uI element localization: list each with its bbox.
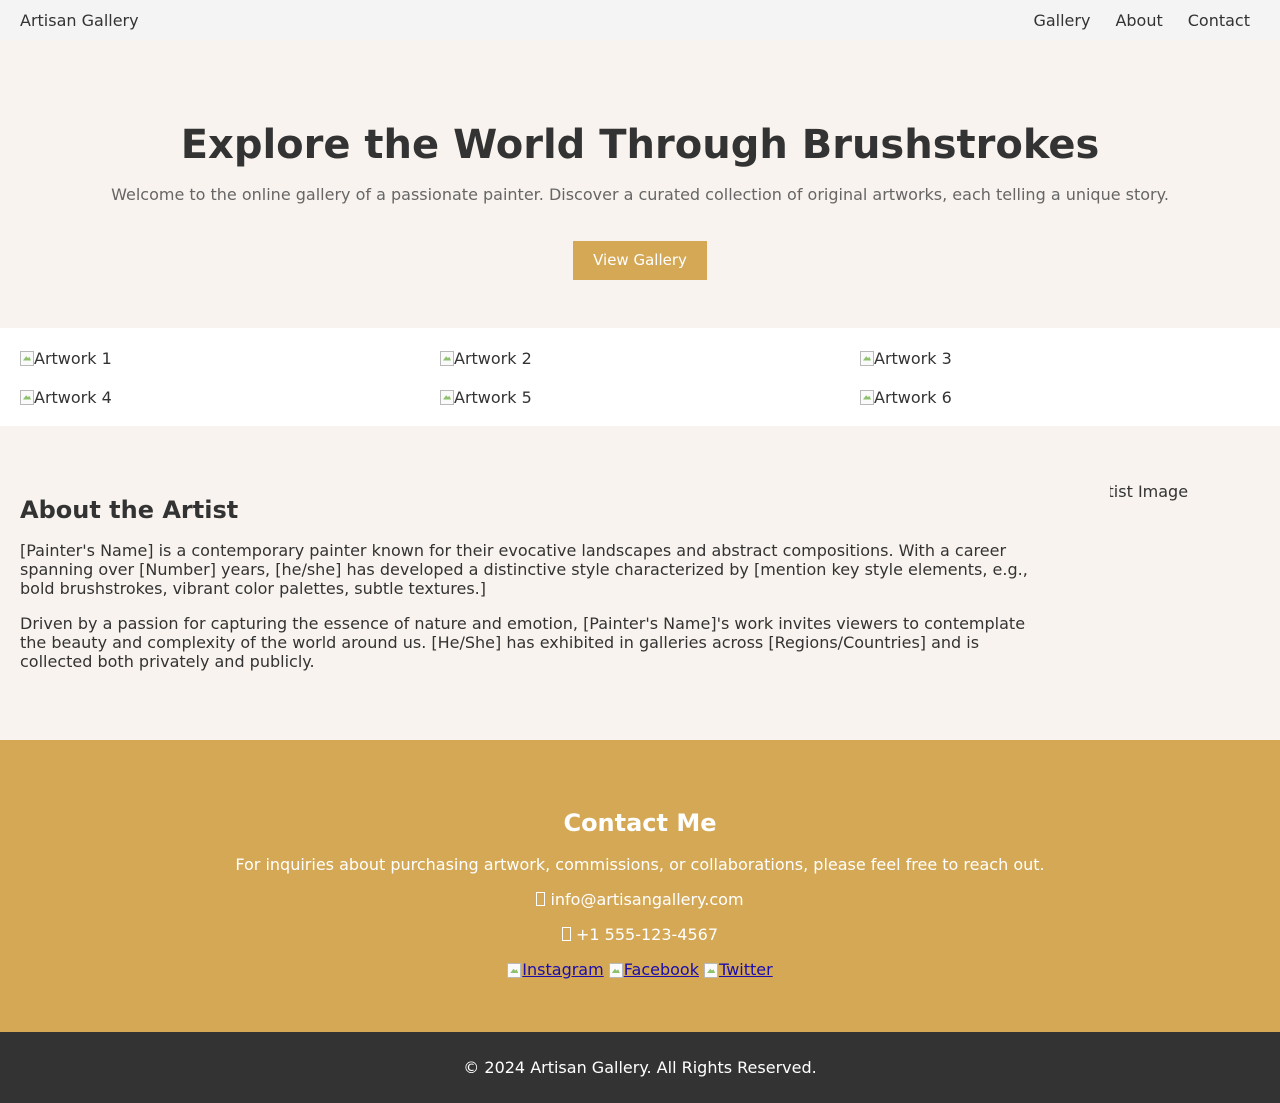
artwork-image[interactable]: Artwork 2 [440, 347, 860, 369]
artwork-alt-text: Artwork 1 [34, 348, 112, 368]
top-nav: Artisan Gallery Gallery About Contact [0, 0, 1280, 40]
facebook-link[interactable]: Facebook [608, 960, 699, 979]
broken-image-icon [440, 350, 454, 366]
artwork-alt-text: Artwork 5 [454, 387, 532, 407]
gallery-grid: Artwork 1 Artwork 2 Artwork 3 Artwork 4 … [0, 328, 1280, 426]
facebook-link-label: Facebook [623, 960, 699, 979]
broken-image-icon [860, 389, 874, 405]
artwork-alt-text: Artwork 2 [454, 348, 532, 368]
broken-image-icon [860, 350, 874, 366]
footer-text: © 2024 Artisan Gallery. All Rights Reser… [463, 1058, 817, 1077]
artwork-alt-text: Artwork 4 [34, 387, 112, 407]
view-gallery-button[interactable]: View Gallery [573, 241, 707, 280]
hero-section: Explore the World Through Brushstrokes W… [0, 40, 1280, 328]
contact-email[interactable]: info@artisangallery.com [0, 890, 1280, 909]
nav-links: Gallery About Contact [1033, 11, 1250, 30]
artwork-alt-text: Artwork 6 [874, 387, 952, 407]
contact-intro: For inquiries about purchasing artwork, … [235, 855, 1045, 874]
about-section: About the Artist [Painter's Name] is a c… [0, 426, 1280, 740]
artwork-alt-text: Artwork 3 [874, 348, 952, 368]
twitter-link[interactable]: Twitter [704, 960, 773, 979]
broken-image-icon [20, 389, 34, 405]
artwork-image[interactable]: Artwork 4 [20, 386, 440, 408]
email-text: info@artisangallery.com [550, 890, 744, 909]
artwork-image[interactable]: Artwork 1 [20, 347, 440, 369]
artist-image: Artist Image [1110, 482, 1260, 502]
contact-section: Contact Me For inquiries about purchasin… [0, 740, 1280, 1032]
phone-icon [561, 927, 571, 941]
about-paragraph: Driven by a passion for capturing the es… [20, 614, 1026, 671]
social-links: Instagram Facebook Twitter [0, 960, 1280, 979]
email-icon [536, 892, 546, 906]
nav-link-gallery[interactable]: Gallery [1033, 11, 1090, 30]
broken-image-icon [20, 350, 34, 366]
contact-title: Contact Me [563, 809, 717, 837]
twitter-icon [704, 963, 719, 978]
hero-subtitle: Welcome to the online gallery of a passi… [111, 185, 1169, 204]
footer: © 2024 Artisan Gallery. All Rights Reser… [0, 1032, 1280, 1103]
artwork-image[interactable]: Artwork 3 [860, 347, 1260, 369]
brand-link[interactable]: Artisan Gallery [20, 11, 139, 30]
instagram-link[interactable]: Instagram [507, 960, 604, 979]
artwork-image[interactable]: Artwork 6 [860, 386, 1260, 408]
broken-image-icon [440, 389, 454, 405]
artist-image-alt-text: Artist Image [1110, 482, 1189, 501]
nav-link-about[interactable]: About [1115, 11, 1162, 30]
nav-link-contact[interactable]: Contact [1188, 11, 1250, 30]
about-paragraph: [Painter's Name] is a contemporary paint… [20, 541, 1028, 598]
instagram-link-label: Instagram [522, 960, 604, 979]
about-text: About the Artist [Painter's Name] is a c… [20, 494, 1035, 671]
artwork-image[interactable]: Artwork 5 [440, 386, 860, 408]
phone-text: +1 555-123-4567 [575, 925, 718, 944]
facebook-icon [608, 963, 623, 978]
instagram-icon [507, 963, 522, 978]
twitter-link-label: Twitter [719, 960, 773, 979]
hero-title: Explore the World Through Brushstrokes [180, 122, 1100, 168]
about-title: About the Artist [20, 496, 239, 524]
contact-phone[interactable]: +1 555-123-4567 [0, 925, 1280, 944]
